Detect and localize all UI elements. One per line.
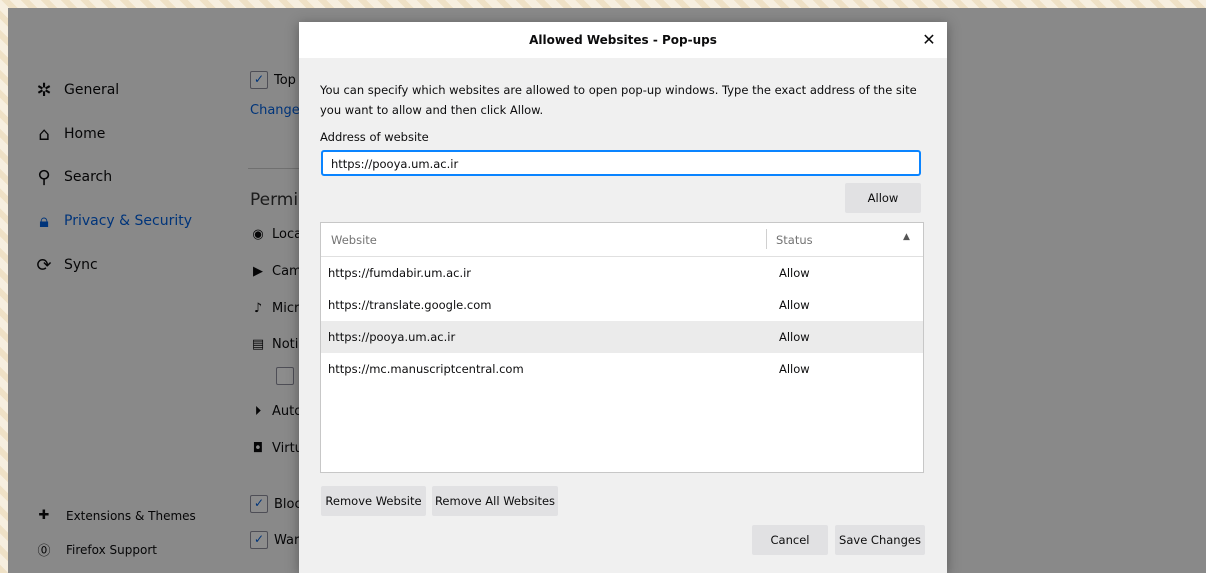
table-row[interactable]: https://fumdabir.um.ac.ir Allow bbox=[321, 257, 923, 289]
remove-all-websites-button[interactable]: Remove All Websites bbox=[432, 486, 558, 516]
sort-ascending-icon: ▲ bbox=[903, 232, 910, 242]
dialog-title: Allowed Websites - Pop-ups bbox=[529, 33, 717, 47]
cancel-button[interactable]: Cancel bbox=[752, 525, 828, 555]
table-header: Website Status ▲ bbox=[321, 223, 923, 257]
column-status[interactable]: Status bbox=[776, 233, 813, 247]
dialog-titlebar: Allowed Websites - Pop-ups ✕ bbox=[299, 22, 947, 58]
allow-button[interactable]: Allow bbox=[845, 183, 921, 213]
allowed-websites-dialog: Allowed Websites - Pop-ups ✕ You can spe… bbox=[299, 22, 947, 573]
table-row-selected[interactable]: https://pooya.um.ac.ir Allow bbox=[321, 321, 923, 353]
table-row[interactable]: https://mc.manuscriptcentral.com Allow bbox=[321, 353, 923, 385]
websites-table: Website Status ▲ https://fumdabir.um.ac.… bbox=[320, 222, 924, 473]
close-icon[interactable]: ✕ bbox=[919, 30, 939, 50]
address-label: Address of website bbox=[320, 130, 429, 144]
dialog-description: You can specify which websites are allow… bbox=[320, 83, 917, 117]
remove-website-button[interactable]: Remove Website bbox=[321, 486, 426, 516]
table-row[interactable]: https://translate.google.com Allow bbox=[321, 289, 923, 321]
save-changes-button[interactable]: Save Changes bbox=[835, 525, 925, 555]
column-website[interactable]: Website bbox=[331, 233, 377, 247]
column-separator bbox=[766, 229, 767, 249]
address-input[interactable]: https://pooya.um.ac.ir bbox=[321, 150, 921, 176]
